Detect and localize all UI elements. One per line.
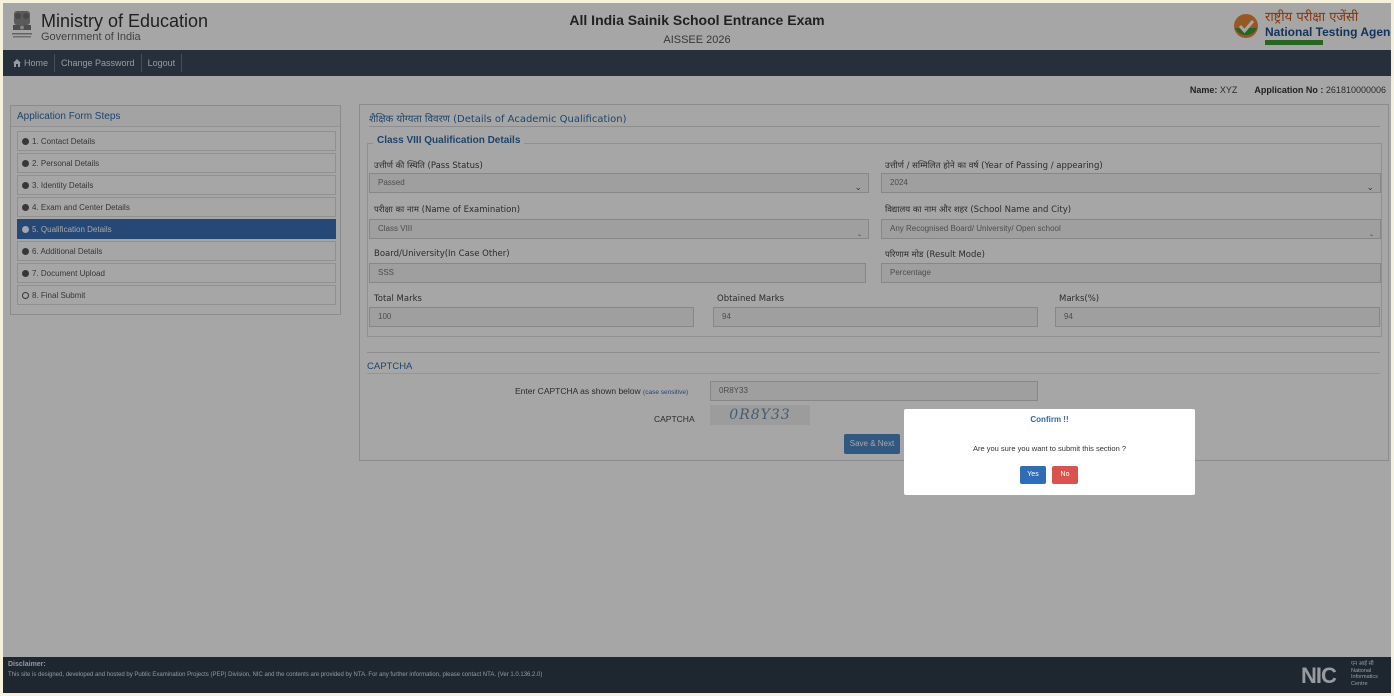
dialog-title: Confirm !! — [1030, 415, 1069, 424]
dialog-message: Are you sure you want to submit this sec… — [973, 444, 1126, 453]
yes-button[interactable]: Yes — [1020, 466, 1046, 484]
confirm-dialog: Confirm !! Are you sure you want to subm… — [904, 409, 1195, 495]
modal-backdrop[interactable] — [0, 0, 1394, 696]
no-button[interactable]: No — [1052, 466, 1078, 484]
